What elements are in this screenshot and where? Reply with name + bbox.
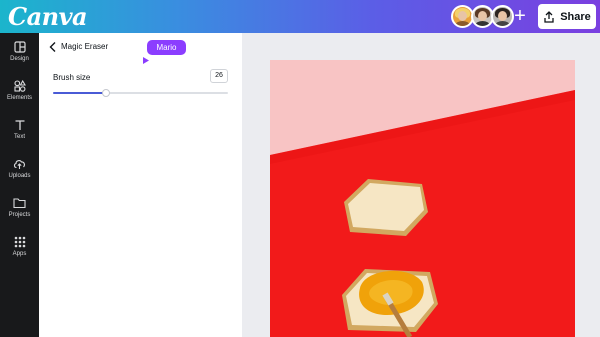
design-icon: [13, 41, 26, 53]
apps-icon: [14, 236, 25, 248]
sidebar-item-uploads[interactable]: Uploads: [0, 158, 39, 192]
sidebar-item-text[interactable]: Text: [0, 119, 39, 153]
share-button[interactable]: Share: [538, 4, 596, 29]
top-bar: Canva + Share: [0, 0, 600, 33]
canvas-area[interactable]: [242, 33, 600, 337]
add-collaborator-icon[interactable]: +: [512, 6, 528, 26]
sidebar-item-label: Uploads: [8, 173, 31, 179]
sidebar-item-label: Design: [10, 56, 29, 62]
share-label: Share: [560, 10, 591, 23]
upload-icon: [13, 160, 25, 169]
collaborator-avatars: [451, 5, 514, 28]
sidebar-item-label: Text: [13, 134, 25, 140]
sidebar-item-label: Projects: [8, 212, 31, 218]
brush-size-input[interactable]: 26: [210, 69, 228, 83]
sidebar-item-elements[interactable]: Elements: [0, 80, 39, 114]
elements-icon: [13, 80, 26, 92]
panel-title: Magic Eraser: [61, 42, 109, 51]
sidebar: Design Elements Text Uploads Projects Ap…: [0, 33, 39, 337]
design-page[interactable]: [270, 60, 575, 337]
slider-fill: [53, 92, 106, 94]
collaborator-cursor-icon: [143, 57, 149, 64]
sidebar-item-label: Apps: [12, 251, 27, 257]
magic-eraser-panel: Magic Eraser Mario Brush size 26: [39, 33, 242, 337]
slider-thumb[interactable]: [101, 89, 110, 97]
folder-icon: [13, 198, 26, 209]
brush-size-label: Brush size: [53, 73, 91, 82]
share-icon: [544, 10, 554, 23]
sidebar-item-apps[interactable]: Apps: [0, 236, 39, 270]
collaborator-name-tag: Mario: [147, 40, 186, 55]
text-icon: [15, 120, 24, 130]
chevron-left-icon[interactable]: [48, 41, 58, 53]
brush-size-slider[interactable]: [53, 89, 228, 97]
avatar[interactable]: [491, 5, 514, 28]
sidebar-item-projects[interactable]: Projects: [0, 197, 39, 231]
sidebar-item-design[interactable]: Design: [0, 41, 39, 75]
canva-logo[interactable]: Canva: [8, 2, 88, 31]
sidebar-item-label: Elements: [6, 95, 32, 101]
